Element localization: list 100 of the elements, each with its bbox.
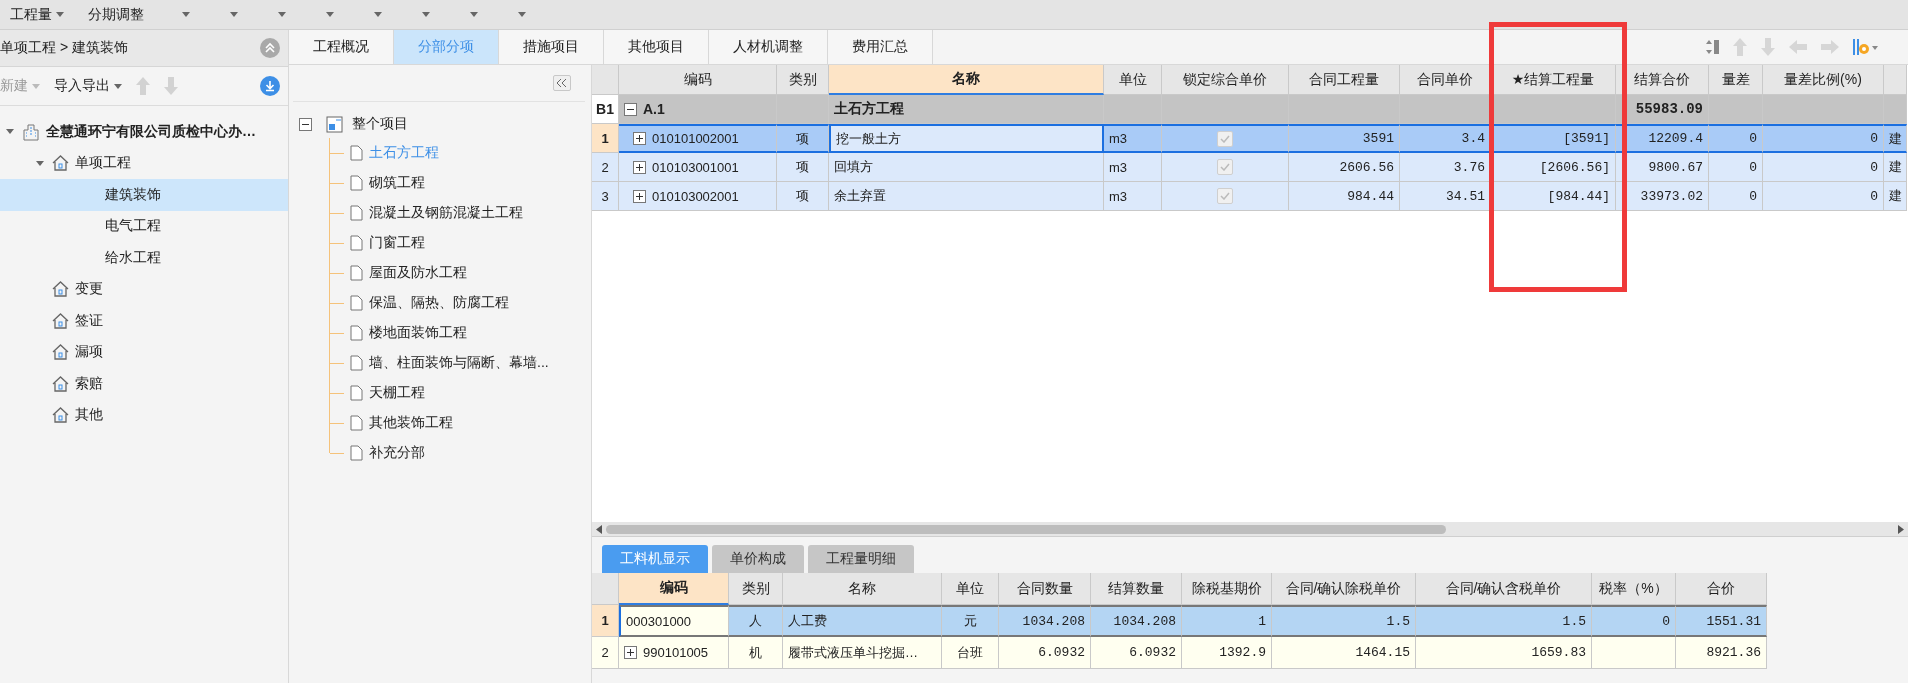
column-header[interactable]: 合同单价 xyxy=(1400,65,1491,95)
column-header[interactable]: 名称 xyxy=(783,573,942,605)
tab[interactable]: 单价构成 xyxy=(712,545,804,573)
tab[interactable]: 工程量明细 xyxy=(808,545,914,573)
row-number: 1 xyxy=(592,124,619,153)
caret-icon xyxy=(182,12,190,17)
tree-item[interactable]: 全慧通环宁有限公司质检中心办… xyxy=(0,116,288,148)
tree-item[interactable]: 保温、隔热、防腐工程 xyxy=(369,294,509,312)
caret-icon xyxy=(114,83,122,89)
checkbox[interactable] xyxy=(1217,188,1233,204)
house-icon xyxy=(52,312,69,329)
column-settings-icon[interactable] xyxy=(1852,37,1880,57)
column-header[interactable]: 结算数量 xyxy=(1091,573,1182,605)
tree-item[interactable]: 给水工程 xyxy=(0,242,288,274)
table-cell: 建 xyxy=(1884,124,1907,153)
tree-item[interactable]: 楼地面装饰工程 xyxy=(369,324,467,342)
tree-item[interactable]: 屋面及防水工程 xyxy=(369,264,467,282)
column-header[interactable]: 类别 xyxy=(729,573,783,605)
tree-item[interactable]: 门窗工程 xyxy=(369,234,425,252)
table-cell: 机 xyxy=(729,637,783,669)
table-cell: 1392.9 xyxy=(1182,637,1272,669)
column-header[interactable]: 量差比例(%) xyxy=(1763,65,1884,95)
table-cell: 1659.83 xyxy=(1416,637,1592,669)
tree-item[interactable]: 补充分部 xyxy=(369,444,425,462)
table-cell[interactable]: 000301000 xyxy=(619,605,729,637)
tree-item[interactable]: 变更 xyxy=(0,273,288,305)
table-cell: 0 xyxy=(1763,182,1884,211)
document-icon xyxy=(350,175,363,191)
document-icon xyxy=(350,355,363,371)
checkbox[interactable] xyxy=(1217,130,1233,147)
column-header[interactable]: 名称 xyxy=(829,65,1104,95)
column-header[interactable]: 结算合价 xyxy=(1616,65,1709,95)
tree-item[interactable]: 砌筑工程 xyxy=(369,174,425,192)
tree-item[interactable]: 电气工程 xyxy=(0,210,288,242)
scrollbar-thumb[interactable] xyxy=(606,524,1446,534)
caret-icon xyxy=(470,12,478,17)
checkbox[interactable] xyxy=(1217,159,1233,175)
column-header[interactable]: 编码 xyxy=(619,65,777,95)
table-cell: 8921.36 xyxy=(1676,637,1767,669)
tree-item[interactable]: 签证 xyxy=(0,305,288,337)
expand-icon[interactable] xyxy=(633,189,646,203)
tree-item[interactable]: 其他装饰工程 xyxy=(369,414,453,432)
table-cell: 55983.09 xyxy=(1616,95,1709,124)
table-cell: 人工费 xyxy=(783,605,942,637)
column-header[interactable]: 锁定综合单价 xyxy=(1162,65,1289,95)
tree-item[interactable]: 漏项 xyxy=(0,336,288,368)
column-header[interactable]: 单位 xyxy=(1104,65,1162,95)
collapse-icon[interactable] xyxy=(624,102,637,116)
tree-item[interactable]: 其他 xyxy=(0,399,288,431)
tree-root-label[interactable]: 整个项目 xyxy=(352,115,408,133)
collapse-panel-button[interactable] xyxy=(553,75,571,91)
menu-item[interactable]: 分期调整 xyxy=(86,5,158,24)
sort-icon[interactable] xyxy=(1706,38,1720,56)
expand-icon[interactable] xyxy=(624,646,637,659)
column-header[interactable]: 合价 xyxy=(1676,573,1767,605)
tree-item[interactable]: 单项工程 xyxy=(0,147,288,179)
scroll-left-icon[interactable] xyxy=(596,524,602,534)
row-number: 1 xyxy=(592,605,619,637)
tree-item[interactable]: 索赔 xyxy=(0,368,288,400)
expand-icon[interactable] xyxy=(633,160,646,174)
column-header[interactable]: ★结算工程量 xyxy=(1491,65,1616,95)
collapse-up-icon[interactable] xyxy=(260,38,280,58)
table-cell: 建 xyxy=(1884,182,1907,211)
download-icon[interactable] xyxy=(260,76,280,96)
column-header[interactable]: 税率（%） xyxy=(1592,573,1676,605)
document-icon xyxy=(350,295,363,311)
tree-item[interactable]: 墙、柱面装饰与隔断、幕墙... xyxy=(369,354,549,372)
document-icon xyxy=(350,445,363,461)
column-header[interactable]: 合同工程量 xyxy=(1289,65,1400,95)
column-header[interactable]: 合同/确认除税单价 xyxy=(1272,573,1416,605)
column-header[interactable]: 编码 xyxy=(619,573,729,605)
house-icon xyxy=(52,407,69,424)
document-icon xyxy=(350,145,363,161)
caret-icon xyxy=(326,12,334,17)
column-header[interactable]: 类别 xyxy=(777,65,829,95)
scroll-right-icon[interactable] xyxy=(1898,524,1904,534)
collapse-icon[interactable] xyxy=(299,117,312,131)
expand-icon[interactable] xyxy=(633,132,646,145)
column-header[interactable]: 量差 xyxy=(1709,65,1763,95)
table-cell: 1.5 xyxy=(1272,605,1416,637)
import-export-button[interactable]: 导入导出 xyxy=(54,77,122,95)
document-icon xyxy=(350,235,363,251)
table-cell: 0 xyxy=(1592,605,1676,637)
table-cell: 010101002001 xyxy=(619,124,777,153)
column-header[interactable]: 除税基期价 xyxy=(1182,573,1272,605)
column-header[interactable]: 合同数量 xyxy=(999,573,1091,605)
table-cell: 1.5 xyxy=(1416,605,1592,637)
table-cell: 履带式液压单斗挖掘… xyxy=(783,637,942,669)
document-icon xyxy=(350,265,363,281)
table-cell[interactable]: 990101005 xyxy=(619,637,729,669)
tree-item[interactable]: 天棚工程 xyxy=(369,384,425,402)
tree-item[interactable]: 混凝土及钢筋混凝土工程 xyxy=(369,204,523,222)
tree-item[interactable]: 建筑装饰 xyxy=(0,179,288,211)
table-cell: 挖一般土方 xyxy=(829,124,1104,153)
column-header[interactable]: 合同/确认含税单价 xyxy=(1416,573,1592,605)
table-cell: 台班 xyxy=(942,637,999,669)
table-cell: 3.76 xyxy=(1400,153,1491,182)
menu-item[interactable]: 工程量 xyxy=(8,5,78,24)
table-cell: 人 xyxy=(729,605,783,637)
column-header[interactable]: 单位 xyxy=(942,573,999,605)
